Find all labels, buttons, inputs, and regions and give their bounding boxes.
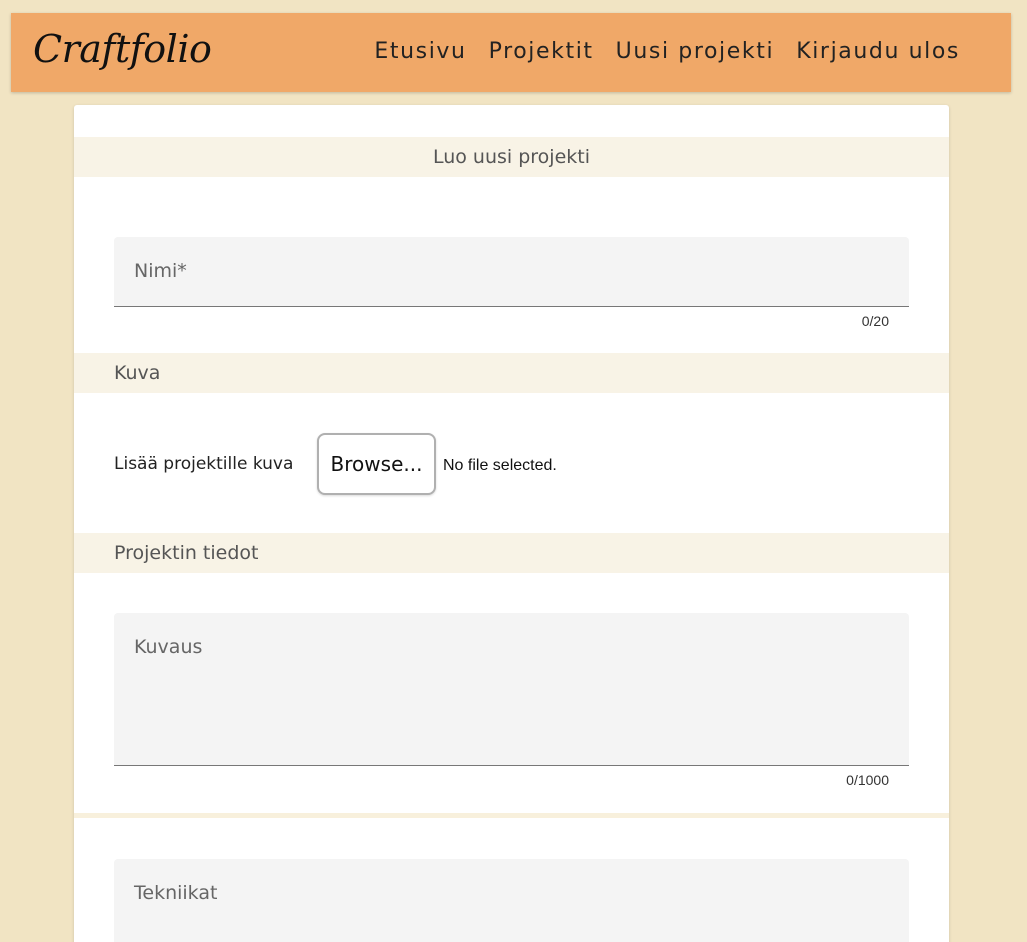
top-app-bar: Craftfolio Etusivu Projektit Uusi projek… (11, 13, 1011, 92)
techniques-field-label: Tekniikat (134, 882, 218, 904)
techniques-field[interactable]: Tekniikat (114, 859, 909, 942)
description-char-counter: 0/1000 (846, 772, 889, 788)
details-section-heading: Projektin tiedot (74, 533, 949, 573)
form-title: Luo uusi projekti (74, 137, 949, 177)
nav-link-projects[interactable]: Projektit (489, 39, 594, 64)
nav-link-new-project[interactable]: Uusi projekti (616, 39, 775, 64)
name-field[interactable]: Nimi* (114, 237, 909, 307)
browse-button[interactable]: Browse... (317, 433, 436, 495)
section-divider (74, 813, 949, 818)
description-field[interactable]: Kuvaus (114, 613, 909, 766)
name-field-label: Nimi* (134, 260, 187, 282)
site-logo[interactable]: Craftfolio (33, 27, 212, 71)
new-project-form-card: Luo uusi projekti Nimi* 0/20 Kuva Lisää … (74, 105, 949, 942)
image-upload-label: Lisää projektille kuva (114, 454, 294, 474)
file-status-text: No file selected. (443, 457, 557, 474)
nav-link-home[interactable]: Etusivu (374, 39, 466, 64)
nav-link-logout[interactable]: Kirjaudu ulos (796, 39, 960, 64)
name-char-counter: 0/20 (861, 313, 889, 329)
main-nav: Etusivu Projektit Uusi projekti Kirjaudu… (374, 39, 960, 64)
image-section-heading: Kuva (74, 353, 949, 393)
description-field-label: Kuvaus (134, 636, 203, 658)
